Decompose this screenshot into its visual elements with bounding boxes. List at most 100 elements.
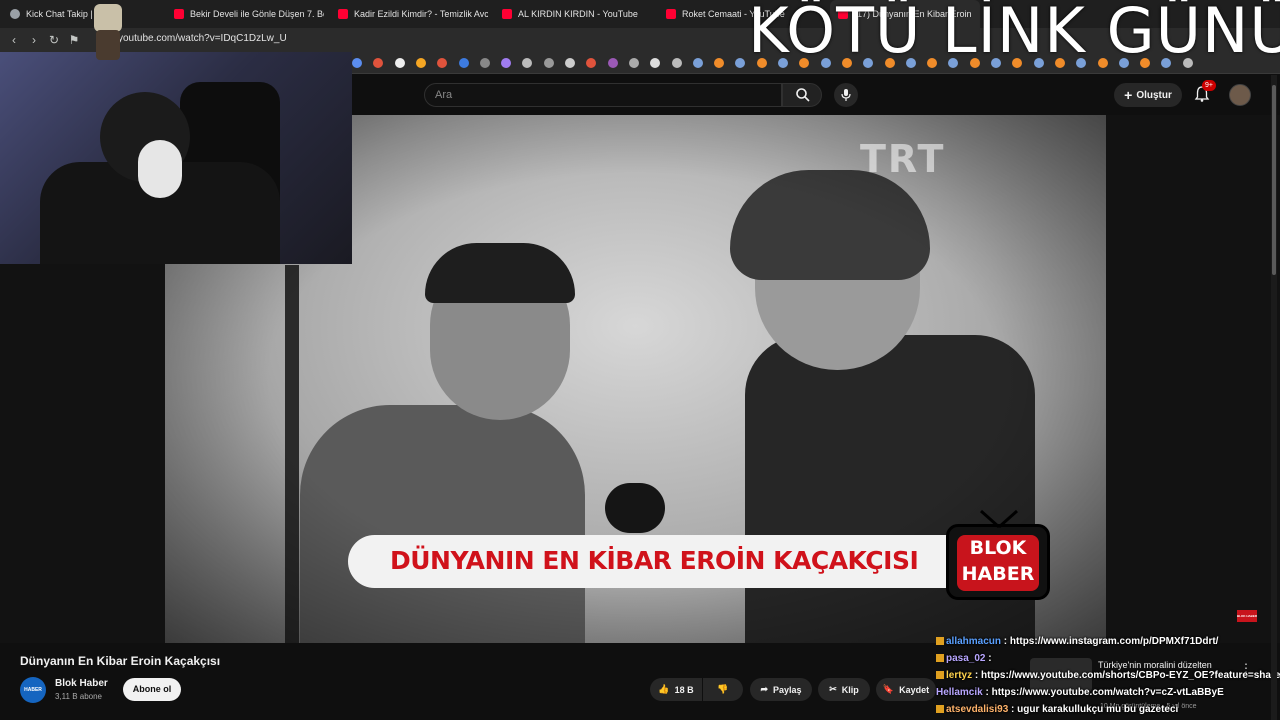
bookmark-favicon-icon[interactable] [735, 58, 746, 68]
search-button[interactable] [782, 83, 822, 107]
create-label: Oluştur [1136, 89, 1172, 101]
youtube-icon [502, 9, 512, 19]
sticker-body [96, 30, 120, 60]
chat-username: pasa_02 [946, 653, 986, 664]
bookmark-favicon-icon[interactable] [437, 58, 448, 68]
share-button[interactable]: ➦ Paylaş [750, 678, 812, 701]
video-caption-text: DÜNYANIN EN KİBAR EROİN KAÇAKÇISI [390, 546, 919, 575]
chat-username: allahmacun [946, 636, 1002, 647]
search-placeholder: Ara [435, 89, 453, 101]
bookmark-favicon-icon[interactable] [394, 58, 405, 68]
thumbs-down-icon: 👎 [717, 684, 729, 694]
blok-haber-small-logo: BLOK HABER [1237, 610, 1257, 622]
save-label: Kaydet [899, 684, 930, 695]
voice-search-button[interactable] [834, 83, 858, 107]
save-bookmark-icon: 🔖 [882, 684, 895, 694]
bookmark-favicon-icon[interactable] [352, 58, 362, 68]
plus-icon: + [1124, 87, 1133, 103]
streamer-webcam [0, 52, 352, 264]
search-icon [796, 88, 810, 102]
brand-line1: BLOK [969, 537, 1027, 559]
bookmark-favicon-icon[interactable] [501, 58, 512, 68]
search-input[interactable]: Ara [424, 83, 782, 107]
webcam-headset [138, 140, 182, 198]
share-icon: ➦ [760, 684, 768, 694]
bookmark-favicon-icon[interactable] [671, 58, 682, 68]
tab-kadir-ezildi[interactable]: Kadir Ezildi Kimdir? - Temizlik Avcıları [338, 0, 488, 28]
blok-haber-logo-inner: BLOK HABER [957, 535, 1039, 591]
youtube-icon [174, 9, 184, 19]
reload-icon[interactable]: ↻ [46, 32, 62, 48]
chat-message: Hellamcik : https://www.youtube.com/watc… [936, 687, 1224, 698]
tab-bekir-develi[interactable]: Bekir Develi ile Gönle Düşen 7. Bölüm [174, 0, 324, 28]
save-button[interactable]: 🔖 Kaydet [876, 678, 936, 701]
tab-label: AL KIRDIN KIRDIN - YouTube [518, 9, 638, 19]
url-field[interactable]: youtube.com/watch?v=IDqC1DzLw_U [118, 33, 287, 44]
clip-button[interactable]: ✂ Klip [818, 678, 870, 701]
youtube-icon [338, 9, 348, 19]
bookmark-favicon-icon[interactable] [373, 58, 384, 68]
tab-al-kirdin[interactable]: AL KIRDIN KIRDIN - YouTube [502, 0, 652, 28]
clip-label: Klip [841, 684, 859, 695]
like-button[interactable]: 👍 18 B [650, 678, 702, 701]
create-button[interactable]: + Oluştur [1114, 83, 1182, 107]
mic-icon [841, 89, 851, 101]
tab-label: Kadir Ezildi Kimdir? - Temizlik Avcıları [354, 9, 488, 19]
chat-text: https://www.youtube.com/shorts/CBPo-EYZ_… [981, 670, 1280, 681]
tv-antenna-icon [980, 509, 1018, 529]
bookmark-favicon-icon[interactable] [586, 58, 597, 68]
bookmark-favicon-icon[interactable] [565, 58, 575, 68]
page-scrollbar[interactable] [1271, 75, 1277, 720]
tab-label: Bekir Develi ile Gönle Düşen 7. Bölüm [190, 9, 324, 19]
bookmark-favicon-icon[interactable] [458, 58, 469, 68]
chat-username: atsevdalisi93 [946, 704, 1009, 715]
stream-overlay-title: KÖTÜ LİNK GÜNÜ [748, 0, 1280, 67]
chat-message: atsevdalisi93 : ugur karakullukçu mu bu … [936, 704, 1178, 715]
bookmark-favicon-icon[interactable] [692, 58, 703, 68]
bookmark-favicon-icon[interactable] [714, 58, 725, 68]
blok-haber-logo: BLOK HABER [946, 509, 1050, 600]
scissors-icon: ✂ [829, 684, 837, 694]
bookmark-favicon-icon[interactable] [607, 58, 618, 68]
forward-icon[interactable]: › [26, 32, 42, 48]
sticker-head [94, 4, 122, 32]
bookmark-favicon-icon[interactable] [543, 58, 554, 68]
back-icon[interactable]: ‹ [6, 32, 22, 48]
bookmark-favicon-icon[interactable] [650, 58, 661, 68]
youtube-icon [666, 9, 676, 19]
share-label: Paylaş [773, 684, 802, 695]
bookmark-favicon-icon[interactable] [479, 58, 490, 68]
chat-badge-icon [936, 705, 944, 714]
chat-badge-icon [936, 637, 944, 646]
chat-message: lertyz : https://www.youtube.com/shorts/… [936, 670, 1280, 681]
notification-count-badge: 9+ [1202, 80, 1216, 91]
bookmark-icon[interactable]: ⚑ [66, 32, 82, 48]
channel-avatar[interactable]: HABER [20, 677, 46, 703]
chat-username: lertyz [946, 670, 973, 681]
bookmark-favicon-icon[interactable] [522, 58, 533, 68]
chat-text: ugur karakullukçu mu bu gazeteci [1017, 704, 1179, 715]
channel-name[interactable]: Blok Haber [55, 678, 108, 689]
subscribe-button[interactable]: Abone ol [123, 678, 181, 701]
chat-message: allahmacun : https://www.instagram.com/p… [936, 636, 1218, 647]
chat-badge-icon [936, 671, 944, 680]
like-count: 18 B [674, 684, 694, 695]
chat-text: https://www.youtube.com/watch?v=cZ-vtLaB… [991, 687, 1224, 698]
bookmark-favicon-icon[interactable] [628, 58, 639, 68]
chat-username: Hellamcik [936, 687, 983, 698]
chat-message: pasa_02 : [936, 653, 992, 664]
chat-text: https://www.instagram.com/p/DPMXf71Ddrt/ [1009, 636, 1219, 647]
dislike-button[interactable]: 👎 [703, 678, 743, 701]
user-avatar[interactable] [1229, 84, 1251, 106]
video-title: Dünyanın En Kibar Eroin Kaçakçısı [20, 654, 221, 668]
chat-badge-icon [936, 654, 944, 663]
globe-icon [10, 9, 20, 19]
subscriber-count: 3,11 B abone [55, 692, 103, 701]
character-sticker [88, 2, 128, 72]
thumbs-up-icon: 👍 [658, 684, 670, 694]
bookmark-favicon-icon[interactable] [415, 58, 426, 68]
scrollbar-thumb[interactable] [1272, 85, 1276, 275]
brand-line2: HABER [961, 563, 1035, 585]
trt-watermark: TRT [860, 137, 946, 181]
kick-chat-overlay: allahmacun : https://www.instagram.com/p… [936, 636, 1280, 720]
